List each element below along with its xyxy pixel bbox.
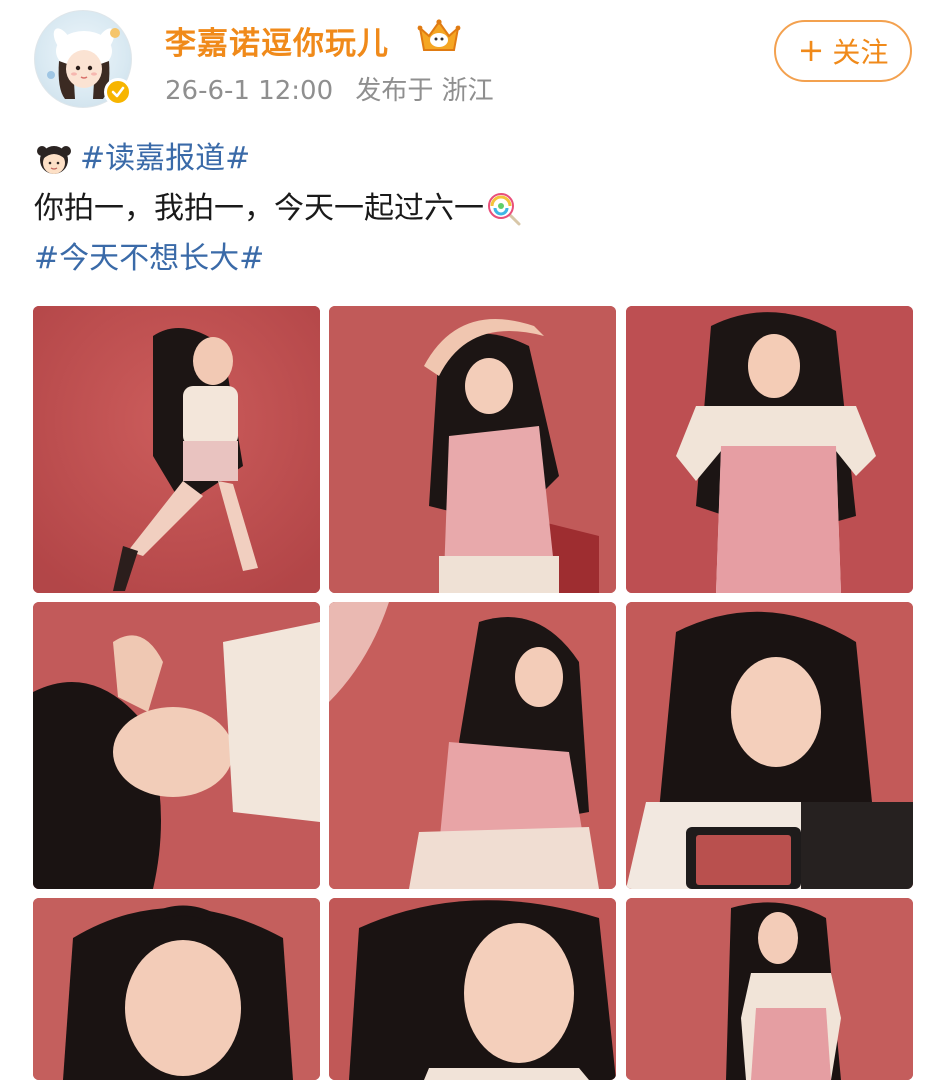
post-source: 发布于 浙江 <box>355 76 494 106</box>
hashtag-dont-want-to-grow-up[interactable]: #今天不想长大# <box>34 234 264 284</box>
photo-8[interactable] <box>329 898 616 1080</box>
follow-label: 关注 <box>832 36 889 69</box>
post-text-line-2: 你拍一，我拍一，今天一起过六一 <box>34 184 904 234</box>
avatar[interactable] <box>34 10 132 108</box>
post-time: 26-6-1 12:00 <box>165 76 334 106</box>
follow-button[interactable]: + 关注 <box>774 20 912 82</box>
verified-badge-icon <box>104 78 132 106</box>
photo-7[interactable] <box>33 898 320 1080</box>
post-text-line-1: #读嘉报道# <box>34 134 904 184</box>
photo-6[interactable] <box>626 602 913 889</box>
post-text: #读嘉报道# 你拍一，我拍一，今天一起过六一 #今天不想长大# <box>34 134 904 284</box>
post-header: 李嘉诺逗你玩儿 26-6-1 12:00 发布于 浙江 + 关注 <box>0 0 935 118</box>
photo-3[interactable] <box>626 306 913 593</box>
plus-icon: + <box>797 30 825 69</box>
vip-crown-icon[interactable] <box>416 16 462 56</box>
photo-2[interactable] <box>329 306 616 593</box>
post-text-line-3: #今天不想长大# <box>34 234 904 284</box>
post-caption: 你拍一，我拍一，今天一起过六一 <box>34 191 484 226</box>
username[interactable]: 李嘉诺逗你玩儿 <box>165 18 389 63</box>
post-meta: 26-6-1 12:00 发布于 浙江 <box>165 70 508 107</box>
photo-1[interactable] <box>33 306 320 593</box>
photo-5[interactable] <box>329 602 616 889</box>
girl-emoji-icon <box>37 146 71 174</box>
hashtag-reading-report[interactable]: #读嘉报道# <box>80 134 250 184</box>
photo-4[interactable] <box>33 602 320 889</box>
photo-9[interactable] <box>626 898 913 1080</box>
lollipop-emoji-icon <box>488 193 521 226</box>
